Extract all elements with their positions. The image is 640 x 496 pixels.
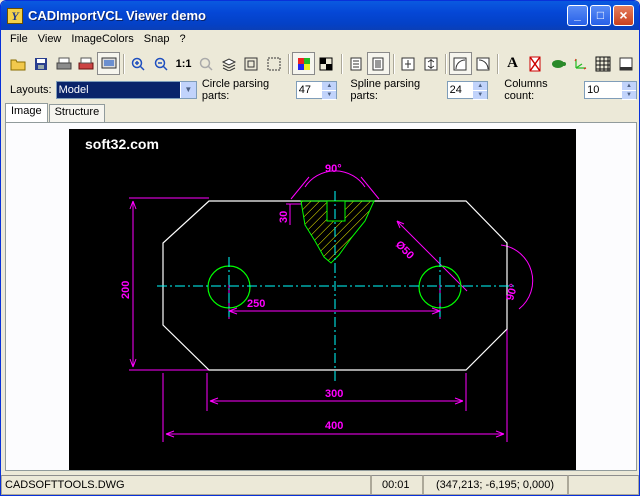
menu-file[interactable]: File — [5, 33, 33, 45]
layouts-dropdown[interactable]: Model ▼ — [55, 81, 197, 99]
status-filename: CADSOFTTOOLS.DWG — [1, 475, 371, 495]
color-mode-icon[interactable] — [292, 52, 315, 75]
circle-parsing-label: Circle parsing parts: — [201, 78, 270, 102]
total-width-label: 400 — [325, 420, 343, 432]
menu-snap[interactable]: Snap — [139, 33, 175, 45]
toolbar-separator — [392, 53, 394, 74]
height-label: 200 — [120, 281, 132, 299]
menu-view[interactable]: View — [33, 33, 67, 45]
tab-image[interactable]: Image — [5, 103, 48, 122]
cad-drawing: soft32.com 90° 30 Ø50 200 250 90° 300 40… — [85, 136, 534, 442]
arc-alt-icon[interactable] — [472, 52, 495, 75]
columns-count-input[interactable]: 10 ▲ ▼ — [584, 81, 637, 100]
frame-select-icon[interactable] — [263, 52, 286, 75]
grid-icon[interactable] — [592, 52, 615, 75]
axes-icon[interactable] — [569, 52, 592, 75]
cad-viewport[interactable]: soft32.com 90° 30 Ø50 200 250 90° 300 40… — [69, 129, 576, 470]
diameter-label: Ø50 — [393, 239, 416, 262]
window-layout-icon[interactable] — [614, 52, 637, 75]
toolbar-separator — [445, 53, 446, 74]
properties-icon[interactable] — [345, 52, 368, 75]
open-folder-icon[interactable] — [7, 52, 30, 75]
angle-top-label: 90° — [325, 163, 342, 175]
toolbar-separator — [288, 53, 290, 74]
spin-up-icon[interactable]: ▲ — [621, 82, 636, 91]
layouts-label: Layouts: — [10, 84, 52, 96]
toolbar-separator — [123, 53, 125, 74]
actual-size-button[interactable]: 1:1 — [172, 52, 195, 75]
tab-structure[interactable]: Structure — [48, 104, 106, 122]
split-icon[interactable] — [419, 52, 442, 75]
chevron-down-icon[interactable]: ▼ — [179, 82, 196, 98]
zoom-disabled-icon[interactable] — [195, 52, 218, 75]
layers-icon[interactable] — [218, 52, 241, 75]
black-white-icon[interactable] — [315, 52, 338, 75]
zoom-out-icon[interactable] — [150, 52, 173, 75]
menu-imagecolors[interactable]: ImageColors — [66, 33, 138, 45]
save-icon[interactable] — [30, 52, 53, 75]
menu-help[interactable]: ? — [174, 33, 190, 45]
tab-strip: Image Structure — [5, 103, 106, 122]
watermark-text: soft32.com — [85, 136, 159, 152]
title-bar[interactable]: Y CADImportVCL Viewer demo _ □ × — [1, 1, 639, 30]
inner-width-label: 300 — [325, 388, 343, 400]
print-icon[interactable] — [52, 52, 75, 75]
zoom-in-icon[interactable] — [127, 52, 150, 75]
spline-parsing-label: Spline parsing parts: — [350, 78, 421, 102]
text-icon: A — [507, 55, 518, 71]
status-bar: CADSOFTTOOLS.DWG 00:01 (347,213; -6,195;… — [1, 475, 639, 495]
no-text-icon[interactable] — [524, 52, 547, 75]
slot — [326, 200, 346, 222]
menu-bar: File View ImageColors Snap ? — [1, 30, 639, 48]
app-window: Y CADImportVCL Viewer demo _ □ × File Vi… — [0, 0, 640, 496]
toolbar-separator — [340, 53, 342, 74]
spacing-label: 250 — [247, 298, 265, 310]
status-extra — [568, 475, 639, 495]
layouts-value: Model — [58, 84, 89, 96]
spin-up-icon[interactable]: ▲ — [322, 82, 337, 91]
center-icon[interactable] — [397, 52, 420, 75]
arc-mode-icon[interactable] — [448, 52, 472, 75]
print-preview-icon[interactable] — [75, 52, 98, 75]
turtle-icon[interactable] — [546, 52, 569, 75]
toolbar-separator — [497, 53, 499, 74]
drawing-area[interactable]: soft32.com 90° 30 Ø50 200 250 90° 300 40… — [5, 122, 637, 471]
actual-size-label: 1:1 — [175, 57, 192, 70]
circle-parsing-input[interactable]: 47 ▲ ▼ — [295, 81, 338, 100]
options-bar: Layouts: Model ▼ Circle parsing parts: 4… — [3, 78, 637, 102]
spin-up-icon[interactable]: ▲ — [473, 82, 488, 91]
maximize-button[interactable]: □ — [590, 5, 611, 26]
depth-label: 30 — [278, 211, 290, 223]
spline-parsing-value: 24 — [449, 84, 462, 96]
status-time: 00:01 — [371, 475, 423, 495]
fit-to-window-icon[interactable] — [240, 52, 263, 75]
toolbar: 1:1 A — [3, 50, 637, 77]
text-button[interactable]: A — [501, 52, 524, 75]
printer-setup-icon[interactable] — [97, 52, 121, 75]
columns-count-value: 10 — [587, 84, 600, 96]
spin-down-icon[interactable]: ▼ — [322, 91, 337, 100]
columns-count-label: Columns count: — [504, 78, 548, 102]
status-coordinates: (347,213; -6,195; 0,000) — [423, 475, 568, 495]
circle-parsing-value: 47 — [298, 84, 312, 96]
list-view-icon[interactable] — [367, 52, 390, 75]
minimize-button[interactable]: _ — [567, 5, 588, 26]
spin-down-icon[interactable]: ▼ — [473, 91, 488, 100]
window-title: CADImportVCL Viewer demo — [28, 8, 206, 23]
spline-parsing-input[interactable]: 24 ▲ ▼ — [446, 81, 489, 100]
spin-down-icon[interactable]: ▼ — [621, 91, 636, 100]
app-icon: Y — [7, 7, 23, 24]
close-button[interactable]: × — [613, 5, 634, 26]
